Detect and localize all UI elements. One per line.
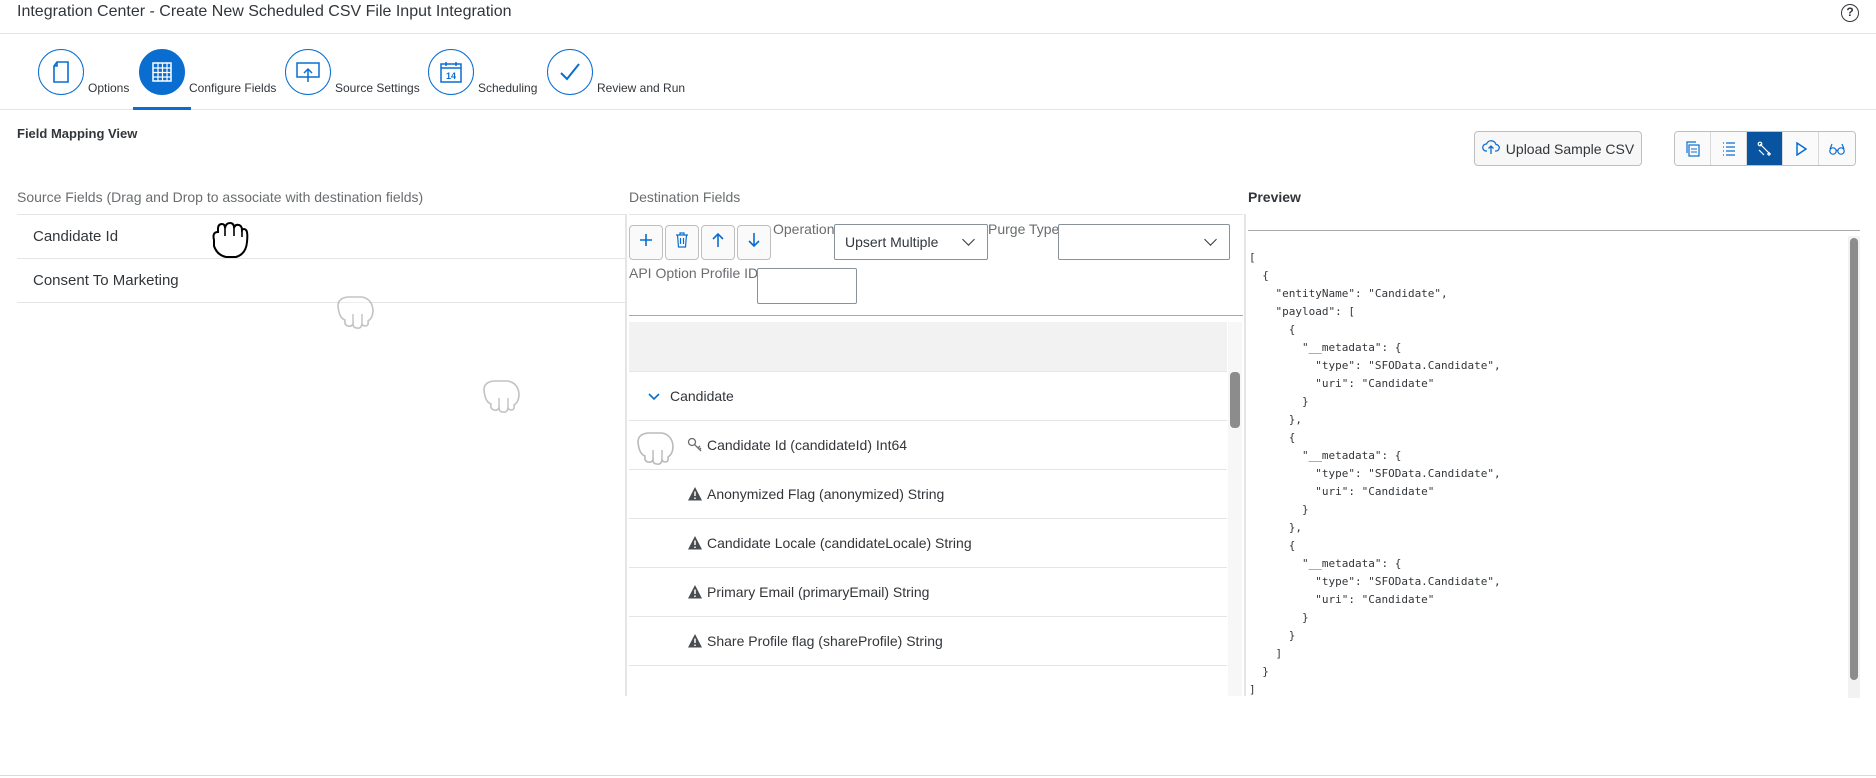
- divider: [1248, 230, 1860, 231]
- source-fields-header: Source Fields (Drag and Drop to associat…: [17, 189, 424, 205]
- calendar-day-number: 14: [446, 71, 456, 81]
- wizard-progress: Options Configure Fields Source Settings…: [0, 34, 1876, 110]
- upload-sample-csv-button[interactable]: Upload Sample CSV: [1474, 131, 1642, 166]
- document-icon: [38, 49, 84, 95]
- calendar-icon: 14: [428, 49, 474, 95]
- key-icon: [687, 437, 703, 453]
- cloud-upload-icon: [1481, 139, 1500, 158]
- wizard-step-label: Options: [88, 81, 130, 95]
- warning-icon: [687, 486, 703, 502]
- page-title: Integration Center - Create New Schedule…: [17, 3, 512, 20]
- chevron-down-icon: [962, 233, 975, 246]
- delete-icon: [675, 232, 689, 253]
- arrow-up-icon: [711, 232, 725, 253]
- divider: [629, 214, 1243, 215]
- delete-button[interactable]: [665, 225, 699, 260]
- add-button[interactable]: [629, 225, 663, 260]
- source-field-item[interactable]: Candidate Id: [17, 215, 625, 259]
- preview-scrollbar[interactable]: [1848, 236, 1860, 698]
- mapping-link-icon[interactable]: [1747, 132, 1783, 165]
- footer-divider: [0, 775, 1876, 776]
- tree-scrollbar[interactable]: [1228, 322, 1242, 696]
- pane-splitter[interactable]: [625, 214, 627, 696]
- glasses-icon[interactable]: [1819, 132, 1855, 165]
- question-icon[interactable]: ?: [1841, 4, 1859, 22]
- list-icon[interactable]: [1711, 132, 1747, 165]
- arrow-down-icon: [747, 232, 761, 253]
- divider: [629, 315, 1243, 316]
- destination-fields-header: Destination Fields: [629, 189, 741, 205]
- move-down-button[interactable]: [737, 225, 771, 260]
- destination-field-row[interactable]: Primary Email (primaryEmail) String: [629, 568, 1227, 617]
- destination-field-row[interactable]: Candidate Id (candidateId) Int64: [629, 421, 1227, 470]
- destination-field-label: Primary Email (primaryEmail) String: [707, 584, 930, 600]
- tree-group-label: Candidate: [670, 388, 734, 404]
- add-icon: [639, 233, 653, 252]
- destination-field-row[interactable]: Anonymized Flag (anonymized) String: [629, 470, 1227, 519]
- play-icon[interactable]: [1783, 132, 1819, 165]
- api-option-profile-label: API Option Profile ID: [629, 265, 759, 281]
- scrollbar-thumb[interactable]: [1230, 372, 1240, 428]
- chevron-down-icon: [1204, 233, 1217, 246]
- source-fields-list: Candidate Id Consent To Marketing: [17, 214, 625, 303]
- operation-value: Upsert Multiple: [845, 234, 939, 250]
- destination-field-row[interactable]: Share Profile flag (shareProfile) String: [629, 617, 1227, 666]
- destination-field-tree: Candidate Candidate Id (candidateId) Int…: [629, 322, 1227, 696]
- grab-hand-ghost-icon: [480, 376, 520, 416]
- field-mapping-title: Field Mapping View: [17, 126, 138, 141]
- checkmark-icon: [547, 49, 593, 95]
- destination-field-label: Anonymized Flag (anonymized) String: [707, 486, 945, 502]
- grab-hand-ghost-icon: [334, 292, 374, 332]
- scrollbar-thumb[interactable]: [1850, 238, 1858, 680]
- tree-header: [629, 322, 1227, 372]
- operation-label: Operation: [773, 221, 835, 237]
- purge-type-label: Purge Type: [988, 221, 1060, 237]
- view-mode-toggle: [1674, 131, 1856, 166]
- warning-icon: [687, 584, 703, 600]
- destination-field-label: Candidate Id (candidateId) Int64: [707, 437, 908, 453]
- chevron-down-icon[interactable]: [648, 389, 660, 401]
- operation-select[interactable]: Upsert Multiple: [834, 224, 988, 260]
- preview-header: Preview: [1248, 189, 1301, 205]
- preview-json-code: [ { "entityName": "Candidate", "payload"…: [1249, 251, 1501, 696]
- upload-button-label: Upload Sample CSV: [1505, 140, 1635, 157]
- wizard-step-label: Configure Fields: [189, 81, 277, 95]
- source-field-item[interactable]: Consent To Marketing: [17, 259, 625, 303]
- title-bar: Integration Center - Create New Schedule…: [0, 0, 1876, 34]
- move-up-button[interactable]: [701, 225, 735, 260]
- active-step-indicator: [133, 107, 191, 110]
- wizard-step-label: Scheduling: [478, 81, 538, 95]
- purge-type-select[interactable]: [1058, 224, 1230, 260]
- wizard-step-label: Source Settings: [335, 81, 420, 95]
- table-grid-icon: [139, 49, 185, 95]
- api-option-profile-input[interactable]: [757, 268, 857, 304]
- destination-field-label: Share Profile flag (shareProfile) String: [707, 633, 943, 649]
- warning-icon: [687, 633, 703, 649]
- grab-hand-cursor-icon: [208, 220, 249, 260]
- pane-splitter[interactable]: [1244, 214, 1246, 696]
- warning-icon: [687, 535, 703, 551]
- destination-field-label: Candidate Locale (candidateLocale) Strin…: [707, 535, 972, 551]
- upload-screen-icon: [285, 49, 331, 95]
- wizard-step-label: Review and Run: [597, 81, 686, 95]
- destination-field-row[interactable]: Candidate Locale (candidateLocale) Strin…: [629, 519, 1227, 568]
- tree-group-candidate[interactable]: Candidate: [629, 372, 1227, 421]
- copy-document-icon[interactable]: [1675, 132, 1711, 165]
